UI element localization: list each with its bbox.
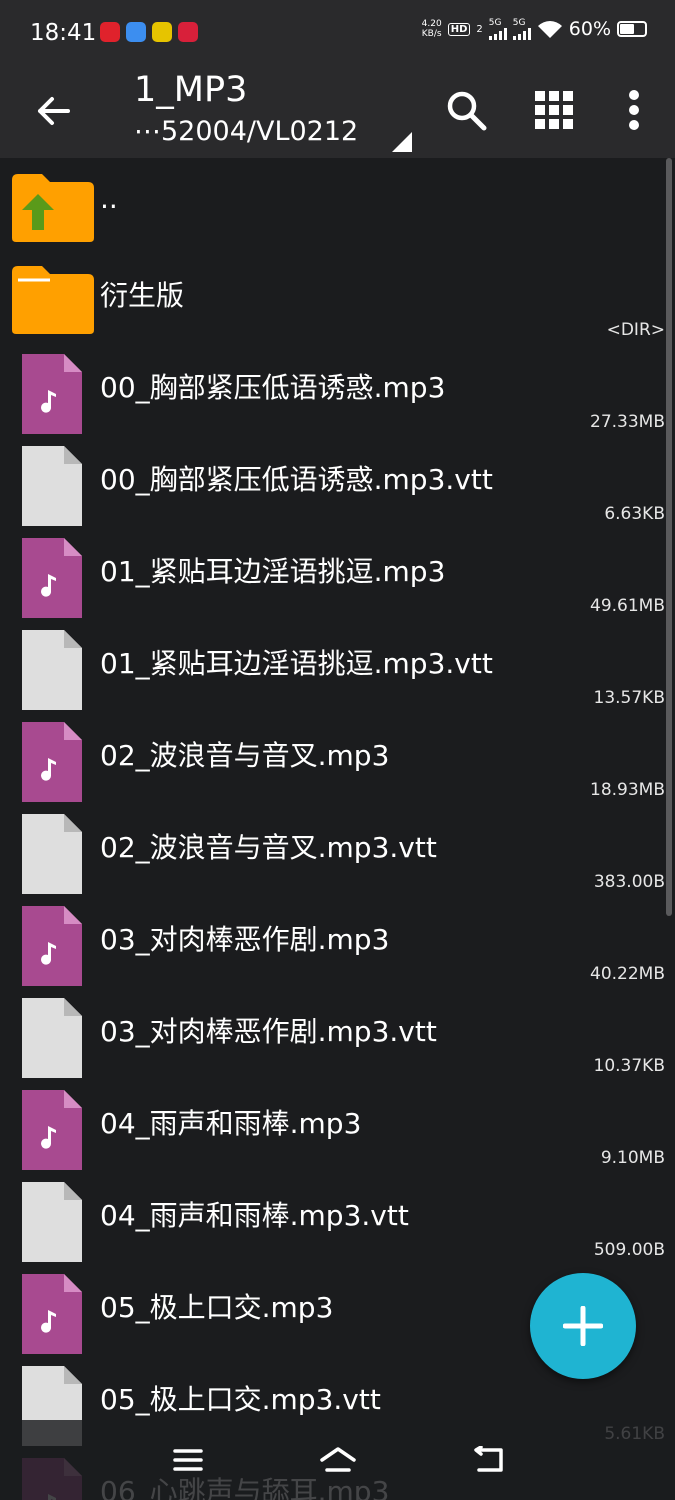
hd-label: HD <box>450 23 468 35</box>
app-bar: 1_MP3 ⋯52004/VL0212 <box>0 66 675 158</box>
file-name: 衍生版 <box>100 279 185 312</box>
app-notification-icon <box>100 22 120 42</box>
parent-folder-icon <box>12 170 94 250</box>
signal-icon-sim1: 5G <box>488 17 507 40</box>
network-speed-value: 4.20 <box>421 19 442 29</box>
system-status: 4.20 KB/s HD 2 5G 5G 60% <box>422 18 647 40</box>
file-name: 03_对肉棒恶作剧.mp3 <box>100 923 390 956</box>
file-row[interactable]: 03_对肉棒恶作剧.mp3.vtt 10.37KB <box>0 986 665 1078</box>
audio-file-icon <box>12 1090 94 1170</box>
network-speed: 4.20 KB/s <box>422 19 442 39</box>
file-name: 04_雨声和雨棒.mp3 <box>100 1107 362 1140</box>
app-notification-icon <box>152 22 172 42</box>
hd-voice-icon: HD <box>447 22 471 36</box>
more-vert-icon <box>629 90 639 130</box>
network-speed-unit: KB/s <box>421 29 442 39</box>
battery-icon <box>617 21 647 37</box>
battery-percent: 60% <box>568 18 611 40</box>
file-size: 27.33MB <box>590 412 665 432</box>
file-size: <DIR> <box>606 320 665 340</box>
file-icon <box>12 446 94 526</box>
app-notification-icon <box>178 22 198 42</box>
file-name: 02_波浪音与音叉.mp3.vtt <box>100 831 437 864</box>
file-size: 9.10MB <box>600 1148 665 1168</box>
home-icon <box>320 1447 356 1472</box>
hd-sub: 2 <box>476 23 483 35</box>
file-name: 05_极上口交.mp3.vtt <box>100 1383 381 1416</box>
file-size: 10.37KB <box>593 1056 665 1076</box>
file-row[interactable]: 04_雨声和雨棒.mp3 9.10MB <box>0 1078 665 1170</box>
audio-file-icon <box>12 722 94 802</box>
system-back-button[interactable] <box>458 1438 518 1482</box>
file-row[interactable]: 00_胸部紧压低语诱惑.mp3.vtt 6.63KB <box>0 434 665 526</box>
file-size: 49.61MB <box>590 596 665 616</box>
page-title: 1_MP3 <box>134 70 248 110</box>
file-row[interactable]: 02_波浪音与音叉.mp3.vtt 383.00B <box>0 802 665 894</box>
file-size: 18.93MB <box>590 780 665 800</box>
more-options-button[interactable] <box>604 80 664 140</box>
recent-apps-button[interactable] <box>158 1438 218 1482</box>
file-name: 00_胸部紧压低语诱惑.mp3.vtt <box>100 463 493 496</box>
status-time: 18:41 <box>30 20 97 46</box>
file-name: .. <box>100 182 118 215</box>
app-notification-icon <box>126 22 146 42</box>
search-icon <box>447 91 487 131</box>
back-arrow-icon <box>38 97 70 125</box>
file-icon <box>12 998 94 1078</box>
scrollbar[interactable] <box>666 158 672 916</box>
file-row[interactable]: 01_紧贴耳边淫语挑逗.mp3 49.61MB <box>0 526 665 618</box>
file-row[interactable]: 00_胸部紧压低语诱惑.mp3 27.33MB <box>0 342 665 434</box>
file-row[interactable]: 衍生版 <DIR> <box>0 250 665 342</box>
file-row[interactable]: 04_雨声和雨棒.mp3.vtt 509.00B <box>0 1170 665 1262</box>
path-breadcrumb[interactable]: ⋯52004/VL0212 <box>134 116 358 147</box>
add-button[interactable] <box>530 1273 636 1379</box>
grid-view-button[interactable] <box>524 80 584 140</box>
file-icon <box>12 630 94 710</box>
file-size: 383.00B <box>593 872 665 892</box>
wifi-icon <box>537 21 562 38</box>
status-bar: 18:41 4.20 KB/s HD 2 5G 5G 60% <box>0 0 675 66</box>
file-name: 01_紧贴耳边淫语挑逗.mp3.vtt <box>100 647 493 680</box>
navigation-bar <box>0 1420 675 1500</box>
plus-icon <box>563 1306 603 1346</box>
back-icon <box>474 1446 503 1472</box>
signal-icon-sim2: 5G <box>512 17 531 40</box>
file-name: 02_波浪音与音叉.mp3 <box>100 739 390 772</box>
file-name: 01_紧贴耳边淫语挑逗.mp3 <box>100 555 446 588</box>
path-dropdown-icon[interactable] <box>392 132 412 152</box>
file-name: 00_胸部紧压低语诱惑.mp3 <box>100 371 446 404</box>
menu-icon <box>173 1449 203 1471</box>
file-size: 6.63KB <box>604 504 665 524</box>
file-name: 03_对肉棒恶作剧.mp3.vtt <box>100 1015 437 1048</box>
file-size: 40.22MB <box>590 964 665 984</box>
file-name: 04_雨声和雨棒.mp3.vtt <box>100 1199 409 1232</box>
search-button[interactable] <box>436 80 496 140</box>
back-button[interactable] <box>28 86 78 136</box>
file-name: 05_极上口交.mp3 <box>100 1291 334 1324</box>
audio-file-icon <box>12 906 94 986</box>
home-button[interactable] <box>308 1438 368 1482</box>
file-row[interactable]: .. <box>0 158 665 250</box>
notification-icons <box>100 22 198 42</box>
audio-file-icon <box>12 1274 94 1354</box>
audio-file-icon <box>12 538 94 618</box>
grid-view-icon <box>535 91 573 129</box>
file-row[interactable]: 03_对肉棒恶作剧.mp3 40.22MB <box>0 894 665 986</box>
audio-file-icon <box>12 354 94 434</box>
file-size: 13.57KB <box>593 688 665 708</box>
file-row[interactable]: 01_紧贴耳边淫语挑逗.mp3.vtt 13.57KB <box>0 618 665 710</box>
file-row[interactable]: 02_波浪音与音叉.mp3 18.93MB <box>0 710 665 802</box>
file-icon <box>12 1182 94 1262</box>
file-icon <box>12 814 94 894</box>
file-size: 509.00B <box>593 1240 665 1260</box>
sim1-label: 5G <box>488 17 502 28</box>
folder-icon <box>12 262 94 342</box>
sim2-label: 5G <box>512 17 526 28</box>
